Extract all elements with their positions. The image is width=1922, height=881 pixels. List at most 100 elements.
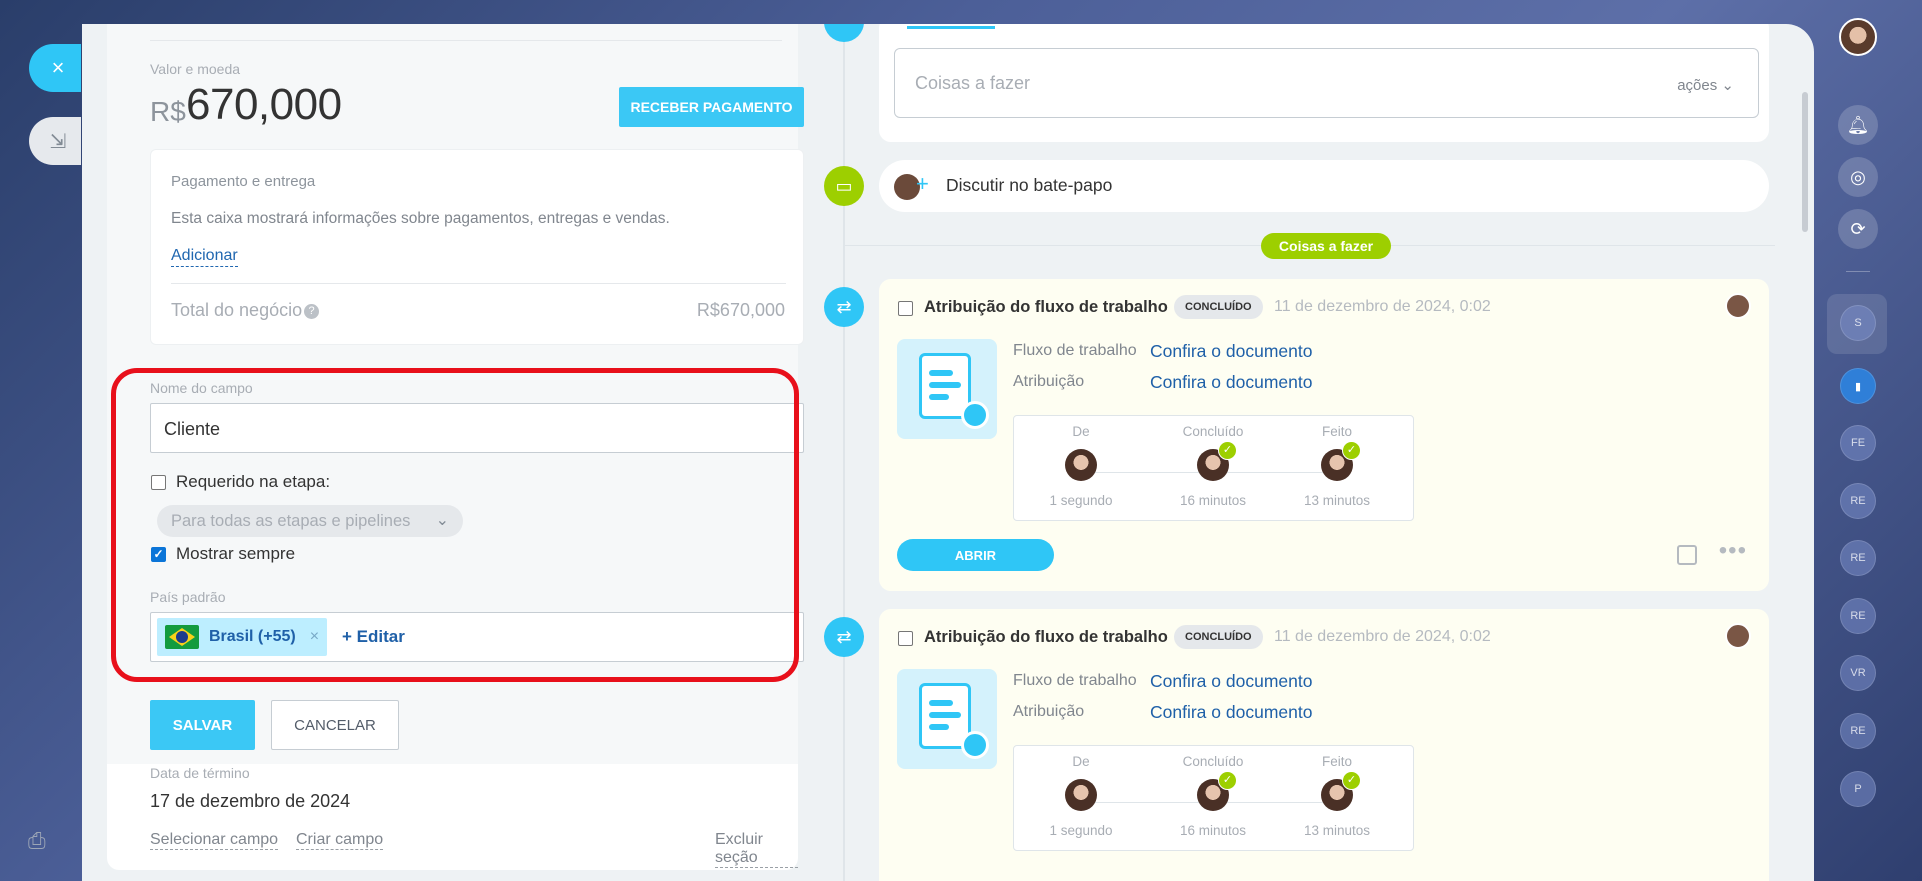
activity-card: Atribuição do fluxo de trabalho CONCLUÍD… [879,609,1769,881]
document-workflow-icon [897,339,997,439]
minimize-icon[interactable]: ⇲ [29,117,81,165]
assignment-doc-link[interactable]: Confira o documento [1150,702,1312,723]
avatar [1065,449,1097,481]
step-time: 13 minutos [1303,823,1371,838]
step-time: 1 segundo [1049,493,1113,508]
step-head: Concluído [1182,424,1244,439]
workflow-icon: ⇄ [824,617,864,657]
select-field-link[interactable]: Selecionar campo [150,831,279,850]
chat-card[interactable]: + Discutir no bate-papo [879,160,1769,212]
bell-icon[interactable]: 🔔︎ [1838,105,1878,145]
step-head: Feito [1321,424,1352,439]
chat-bubble-2[interactable]: FE [1840,425,1876,461]
chat-bubble-8[interactable]: P [1840,771,1876,807]
step-head: Feito [1321,754,1352,769]
deal-amount: 670,000 [186,80,342,129]
step-time: 16 minutos [1179,823,1247,838]
payment-title: Pagamento e entrega [171,173,316,190]
activity-date: 11 de dezembro de 2024, 0:02 [1274,628,1491,645]
divider [150,40,782,41]
close-icon[interactable]: × [29,44,81,92]
chat-link[interactable]: Discutir no bate-papo [946,175,1112,196]
printer-icon[interactable]: ⎙ [28,828,46,854]
timeline-line [843,24,845,881]
document-workflow-icon [897,669,997,769]
deal-slider: Valor e moeda R$ 670,000 RECEBER PAGAMEN… [82,24,1814,881]
assignment-doc-link[interactable]: Confira o documento [1150,372,1312,393]
step-time: 16 minutos [1179,493,1247,508]
avatar [1065,779,1097,811]
status-badge: CONCLUÍDO [1174,625,1263,649]
chat-bubble-6[interactable]: VR [1840,655,1876,691]
deal-total-text: Total do negócio [171,300,303,320]
open-button[interactable]: ABRIR [897,539,1054,571]
avatar [1725,623,1751,649]
todo-actions-dropdown[interactable]: ações ⌄ [1677,76,1734,94]
chat-bubble-7[interactable]: RE [1840,713,1876,749]
sidebar-divider [1846,271,1870,272]
workflow-doc-link[interactable]: Confira o documento [1150,671,1312,692]
chat-bubble-0[interactable]: S [1840,305,1876,341]
step-done: Feito ✓ 13 minutos [1272,754,1402,838]
create-field-link[interactable]: Criar campo [296,831,384,850]
end-date-label: Data de término [150,765,250,781]
step-time: 13 minutos [1303,493,1371,508]
deal-total-label: Total do negócio? [171,300,320,321]
payment-box: Pagamento e entrega Esta caixa mostrará … [150,149,804,345]
scrollbar[interactable] [1802,92,1808,232]
workflow-steps: De 1 segundo Concluído ✓ 16 minutos Feit… [1013,745,1414,851]
chat-bubble-3[interactable]: RE [1840,483,1876,519]
sync-icon[interactable]: ⟳ [1838,209,1878,249]
payment-description: Esta caixa mostrará informações sobre pa… [171,210,670,227]
step-head: De [1072,754,1090,769]
currency-symbol: R$ [150,96,186,127]
avatar [1725,293,1751,319]
workflow-label: Fluxo de trabalho [1013,672,1137,689]
checkmark-icon: ✓ [1342,771,1361,790]
avatar: ✓ [1321,441,1361,481]
step-completed: Concluído ✓ 16 minutos [1148,754,1278,838]
save-button[interactable]: SALVAR [150,700,255,750]
step-completed: Concluído ✓ 16 minutos [1148,424,1278,508]
todo-actions-label: ações [1677,77,1718,94]
note-icon[interactable] [1677,545,1697,565]
todo-placeholder: Coisas a fazer [915,73,1031,93]
more-icon[interactable]: ••• [1719,537,1747,565]
avatar: ✓ [1197,441,1237,481]
checkmark-icon: ✓ [1218,771,1237,790]
receive-payment-button[interactable]: RECEBER PAGAMENTO [619,87,804,127]
divider [171,283,786,284]
activity-title: Atribuição do fluxo de trabalho [924,298,1168,316]
chat-bubble-icon: ▭ [824,166,864,206]
activity-checkbox[interactable] [898,301,913,316]
section-badge: Coisas a fazer [1261,233,1391,259]
target-icon[interactable]: ◎ [1838,157,1878,197]
todo-input[interactable]: Coisas a fazer ações ⌄ [894,48,1759,118]
assignment-label: Atribuição [1013,703,1085,720]
add-participant-icon[interactable]: + [916,171,929,197]
chat-bubble-5[interactable]: RE [1840,598,1876,634]
step-head: De [1072,424,1090,439]
workflow-icon: ⇄ [824,287,864,327]
activity-checkbox[interactable] [898,631,913,646]
amount-label: Valor e moeda [150,61,241,77]
cancel-button[interactable]: CANCELAR [271,700,399,750]
workflow-steps: De 1 segundo Concluído ✓ 16 minutos Feit… [1013,415,1414,521]
step-time: 1 segundo [1049,823,1113,838]
add-payment-link[interactable]: Adicionar [171,247,238,267]
chat-bubble-4[interactable]: RE [1840,540,1876,576]
activity-date: 11 de dezembro de 2024, 0:02 [1274,298,1491,315]
delete-section-link[interactable]: Excluir seção [715,831,798,868]
checkmark-icon: ✓ [1218,441,1237,460]
activity-title: Atribuição do fluxo de trabalho [924,628,1168,646]
step-done: Feito ✓ 13 minutos [1272,424,1402,508]
checkmark-icon: ✓ [1342,441,1361,460]
avatar: ✓ [1197,771,1237,811]
todo-card: Coisas a fazer ações ⌄ [879,24,1769,142]
help-icon[interactable]: ? [304,304,320,319]
active-tab-indicator [907,26,995,29]
bookmark-icon[interactable]: ▮ [1840,368,1876,404]
status-badge: CONCLUÍDO [1174,295,1263,319]
user-avatar[interactable] [1839,18,1877,56]
workflow-doc-link[interactable]: Confira o documento [1150,341,1312,362]
